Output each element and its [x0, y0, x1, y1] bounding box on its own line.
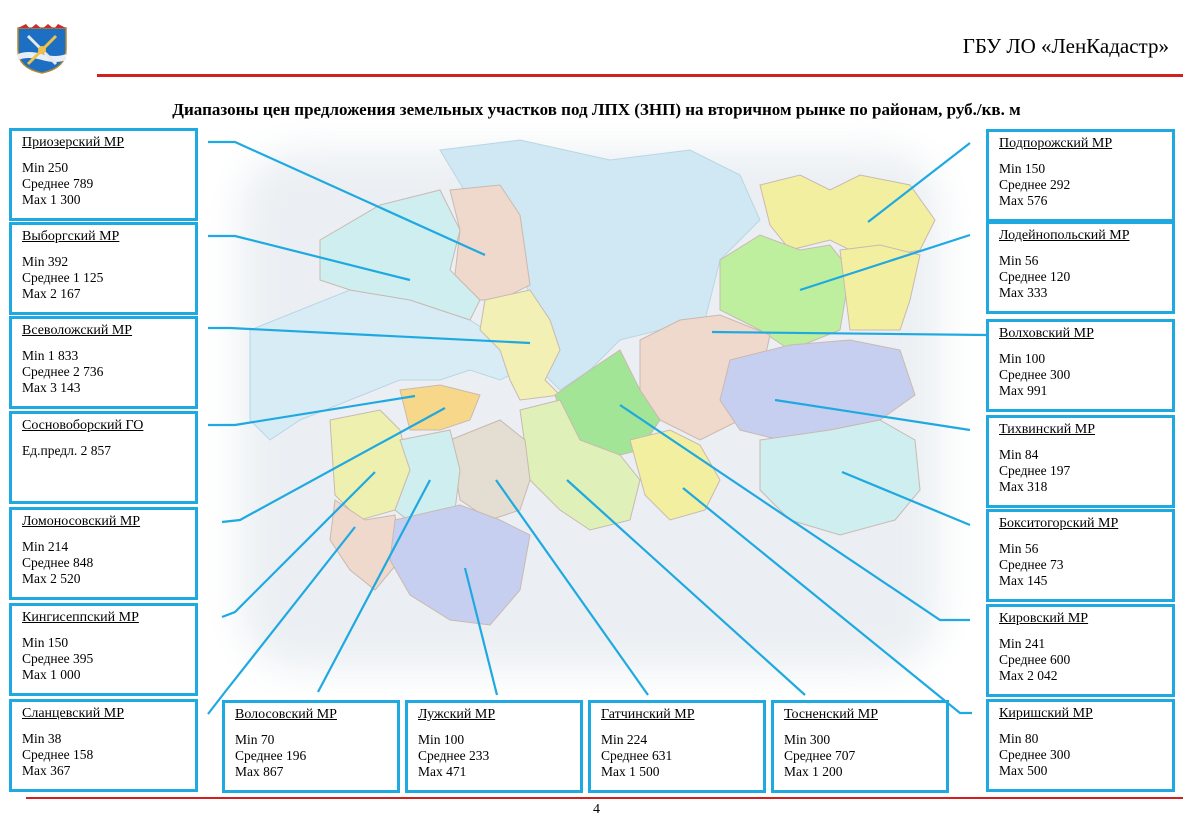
district-card-tosnensky: Тосненский МР Min 300 Среднее 707 Max 1 … — [771, 700, 949, 793]
district-card-vsevolozhsky: Всеволожский МР Min 1 833 Среднее 2 736 … — [9, 316, 198, 409]
price-avg: Среднее 233 — [418, 748, 490, 763]
price-min: Min 224 — [601, 732, 648, 747]
price-min: Min 392 — [22, 254, 69, 269]
district-name: Кингисеппский МР — [22, 610, 139, 625]
price-avg: Среднее 300 — [999, 367, 1071, 382]
district-name: Сланцевский МР — [22, 706, 124, 721]
district-name: Кировский МР — [999, 611, 1089, 626]
price-avg: Среднее 631 — [601, 748, 673, 763]
district-card-volosovsky: Волосовский МР Min 70 Среднее 196 Max 86… — [222, 700, 400, 793]
price-min: Min 1 833 — [22, 348, 79, 363]
price-min: Min 150 — [999, 161, 1046, 176]
price-avg: Среднее 196 — [235, 748, 307, 763]
price-max: Max 471 — [418, 764, 467, 779]
price-min: Min 214 — [22, 539, 69, 554]
price-min: Min 250 — [22, 160, 69, 175]
district-card-slantsevsky: Сланцевский МР Min 38 Среднее 158 Max 36… — [9, 699, 198, 792]
price-max: Max 367 — [22, 763, 71, 778]
price-min: Min 56 — [999, 253, 1039, 268]
district-card-kingiseppsky: Кингисеппский МР Min 150 Среднее 395 Max… — [9, 603, 198, 696]
price-max: Max 2 042 — [999, 668, 1058, 683]
price-max: Max 318 — [999, 479, 1048, 494]
price-max: Max 991 — [999, 383, 1048, 398]
price-max: Max 1 200 — [784, 764, 843, 779]
district-card-boksitogorsky: Бокситогорский МР Min 56 Среднее 73 Max … — [986, 509, 1175, 602]
price-max: Max 1 000 — [22, 667, 81, 682]
price-min: Min 70 — [235, 732, 275, 747]
price-max: Max 2 167 — [22, 286, 81, 301]
price-min: Min 56 — [999, 541, 1039, 556]
district-name: Сосновоборский ГО — [22, 418, 144, 433]
district-name: Ломоносовский МР — [22, 514, 141, 529]
single-offer: Ед.предл. 2 857 — [22, 443, 112, 458]
price-min: Min 38 — [22, 731, 62, 746]
price-max: Max 1 300 — [22, 192, 81, 207]
district-name: Бокситогорский МР — [999, 516, 1119, 531]
district-name: Киришский МР — [999, 706, 1093, 721]
price-max: Max 1 500 — [601, 764, 660, 779]
footer-divider — [26, 797, 1183, 799]
district-name: Лодейнопольский МР — [999, 228, 1130, 243]
price-min: Min 84 — [999, 447, 1039, 462]
district-card-kirovsky: Кировский МР Min 241 Среднее 600 Max 2 0… — [986, 604, 1175, 697]
district-card-lomonosovsky: Ломоносовский МР Min 214 Среднее 848 Max… — [9, 507, 198, 600]
price-avg: Среднее 789 — [22, 176, 94, 191]
price-max: Max 145 — [999, 573, 1048, 588]
district-name: Всеволожский МР — [22, 323, 133, 338]
price-min: Min 80 — [999, 731, 1039, 746]
district-card-podporozhsky: Подпорожский МР Min 150 Среднее 292 Max … — [986, 129, 1175, 222]
price-max: Max 3 143 — [22, 380, 81, 395]
district-card-tikhvinsky: Тихвинский МР Min 84 Среднее 197 Max 318 — [986, 415, 1175, 508]
district-card-vyborgsky: Выборгский МР Min 392 Среднее 1 125 Max … — [9, 222, 198, 315]
district-name: Лужский МР — [418, 707, 496, 722]
price-min: Min 100 — [418, 732, 465, 747]
price-avg: Среднее 395 — [22, 651, 94, 666]
district-card-lodeinopolsky: Лодейнопольский МР Min 56 Среднее 120 Ma… — [986, 221, 1175, 314]
district-name: Волховский МР — [999, 326, 1094, 341]
price-avg: Среднее 300 — [999, 747, 1071, 762]
district-card-sosnovoborsky: Сосновоборский ГО Ед.предл. 2 857 — [9, 411, 198, 504]
price-max: Max 333 — [999, 285, 1048, 300]
price-min: Min 300 — [784, 732, 831, 747]
district-name: Подпорожский МР — [999, 136, 1113, 151]
price-max: Max 576 — [999, 193, 1048, 208]
district-card-luzhsky: Лужский МР Min 100 Среднее 233 Max 471 — [405, 700, 583, 793]
district-card-gatchinsky: Гатчинский МР Min 224 Среднее 631 Max 1 … — [588, 700, 766, 793]
price-avg: Среднее 2 736 — [22, 364, 104, 379]
price-max: Max 2 520 — [22, 571, 81, 586]
price-max: Max 500 — [999, 763, 1048, 778]
price-avg: Среднее 120 — [999, 269, 1071, 284]
price-min: Min 150 — [22, 635, 69, 650]
district-name: Выборгский МР — [22, 229, 120, 244]
price-avg: Среднее 707 — [784, 748, 856, 763]
price-min: Min 100 — [999, 351, 1046, 366]
district-name: Тосненский МР — [784, 707, 878, 722]
district-card-volkhovsky: Волховский МР Min 100 Среднее 300 Max 99… — [986, 319, 1175, 412]
district-card-priozersky: Приозерский МР Min 250 Среднее 789 Max 1… — [9, 128, 198, 221]
district-card-kirishsky: Киришский МР Min 80 Среднее 300 Max 500 — [986, 699, 1175, 792]
price-avg: Среднее 600 — [999, 652, 1071, 667]
page-number: 4 — [593, 802, 600, 817]
district-name: Волосовский МР — [235, 707, 337, 722]
price-avg: Среднее 158 — [22, 747, 94, 762]
price-max: Max 867 — [235, 764, 284, 779]
district-name: Тихвинский МР — [999, 422, 1096, 437]
price-avg: Среднее 1 125 — [22, 270, 104, 285]
price-min: Min 241 — [999, 636, 1046, 651]
price-avg: Среднее 73 — [999, 557, 1064, 572]
district-name: Гатчинский МР — [601, 707, 695, 722]
price-avg: Среднее 292 — [999, 177, 1071, 192]
price-avg: Среднее 848 — [22, 555, 94, 570]
district-name: Приозерский МР — [22, 135, 125, 150]
price-avg: Среднее 197 — [999, 463, 1071, 478]
